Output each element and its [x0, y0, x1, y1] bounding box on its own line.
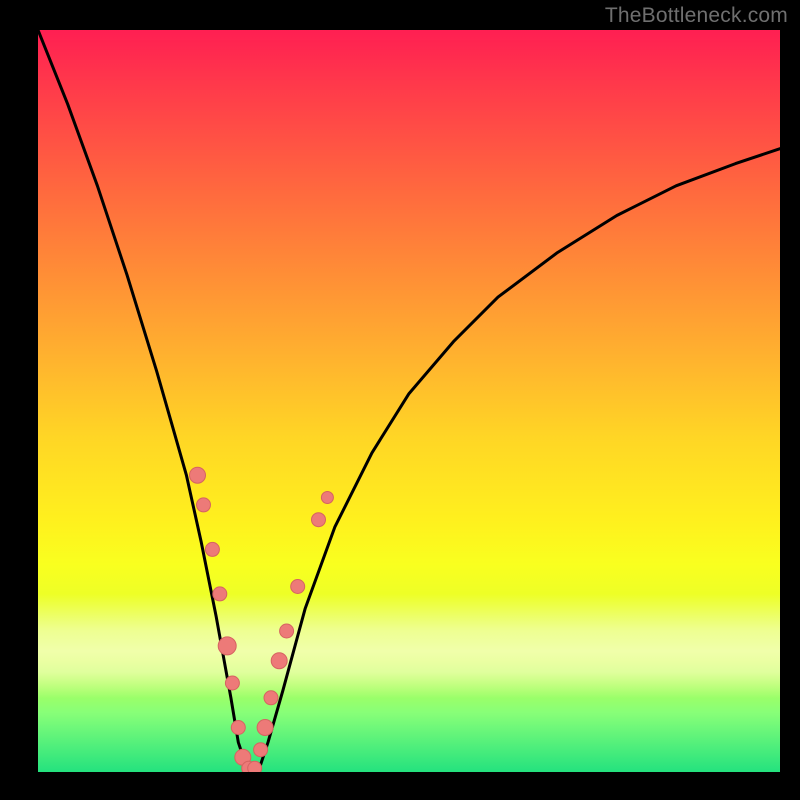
- data-marker: [254, 743, 268, 757]
- data-marker: [257, 720, 273, 736]
- data-marker: [264, 691, 278, 705]
- data-marker: [225, 676, 239, 690]
- data-marker: [248, 761, 262, 772]
- data-marker: [205, 542, 219, 556]
- data-marker: [280, 624, 294, 638]
- data-marker: [197, 498, 211, 512]
- data-marker: [213, 587, 227, 601]
- data-marker: [291, 580, 305, 594]
- data-marker: [312, 513, 326, 527]
- plot-area: [38, 30, 780, 772]
- bottleneck-curve-svg: [38, 30, 780, 772]
- bottleneck-curve: [38, 30, 780, 772]
- data-marker: [321, 492, 333, 504]
- data-marker: [190, 467, 206, 483]
- data-marker: [231, 721, 245, 735]
- chart-frame: TheBottleneck.com: [0, 0, 800, 800]
- data-marker: [271, 653, 287, 669]
- watermark-text: TheBottleneck.com: [605, 4, 788, 28]
- data-marker: [218, 637, 236, 655]
